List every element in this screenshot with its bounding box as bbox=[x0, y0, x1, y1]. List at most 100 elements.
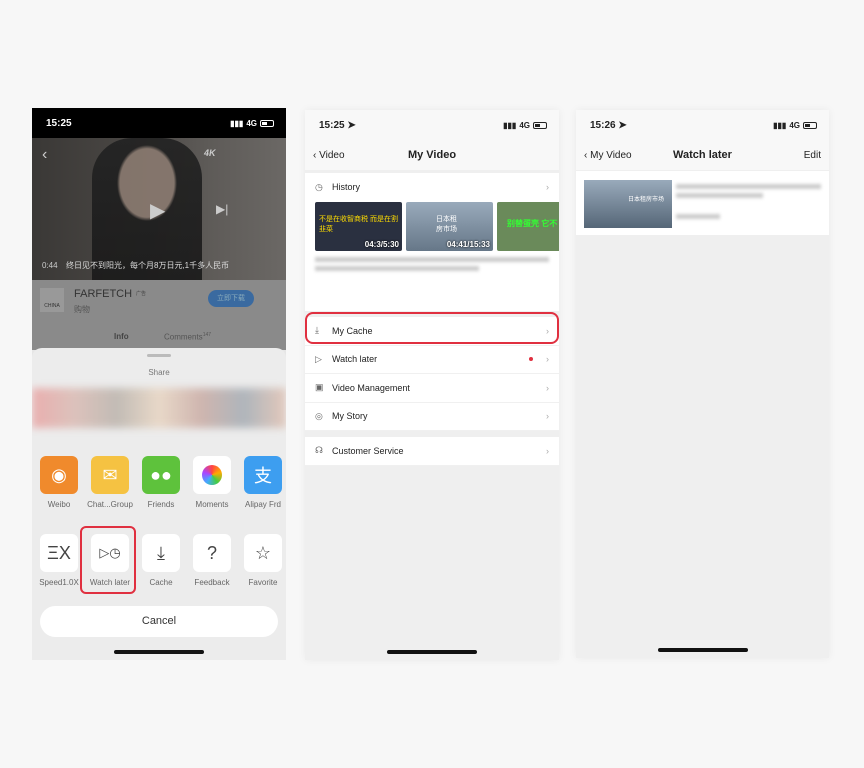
actions-row: ΞX Speed1.0X ▷◷ Watch later ⤓ Cache ? Feedba… bbox=[39, 534, 282, 587]
headset-icon: ☊ bbox=[315, 445, 323, 456]
contacts-row[interactable] bbox=[32, 388, 286, 428]
status-bar: 15:25 ➤ ▮▮▮ 4G bbox=[305, 110, 559, 140]
back-button[interactable]: ‹ My Video bbox=[584, 150, 632, 161]
menu-label: My Story bbox=[332, 411, 368, 422]
alipay-icon: 支 bbox=[244, 456, 282, 494]
download-button[interactable]: 立即下载 bbox=[208, 290, 254, 307]
signal-icon: ▮▮▮ bbox=[773, 120, 787, 130]
signal-icon: ▮▮▮ bbox=[230, 118, 244, 128]
menu-label: Customer Service bbox=[332, 445, 404, 456]
next-icon[interactable]: ▶| bbox=[216, 202, 228, 216]
favorite-button[interactable]: ☆ Favorite bbox=[244, 534, 282, 587]
share-sheet-screen: 15:25 ▮▮▮ 4G ‹ 4K ▶ ▶| 0:44 终日见不到阳光，每个月8万日… bbox=[32, 108, 286, 660]
clock-icon: ◷ bbox=[315, 181, 323, 192]
mail-icon: ✉ bbox=[91, 456, 129, 494]
play-icon[interactable]: ▶ bbox=[150, 198, 165, 223]
speed-button[interactable]: ΞX Speed1.0X bbox=[39, 534, 79, 587]
download-icon: ⤓ bbox=[142, 534, 180, 572]
history-thumb[interactable]: 不是在收智商税 而是在割韭菜 04:3/5:30 bbox=[315, 201, 402, 251]
chevron-right-icon: › bbox=[546, 382, 549, 393]
comments-count: 147 bbox=[202, 332, 212, 338]
action-label: Speed1.0X bbox=[39, 578, 79, 587]
highlight-watch-later bbox=[80, 526, 136, 594]
share-label: Friends bbox=[147, 500, 175, 509]
chevron-right-icon: › bbox=[546, 354, 549, 365]
video-thumb: 日本租房市场 bbox=[584, 180, 672, 228]
back-icon[interactable]: ‹ bbox=[42, 146, 47, 164]
chevron-right-icon: › bbox=[546, 411, 549, 422]
thumb-duration: 04:3/5:30 bbox=[364, 239, 399, 249]
back-button[interactable]: ‹ Video bbox=[313, 150, 345, 161]
page-title: My Video bbox=[407, 149, 457, 161]
tab-info[interactable]: Info bbox=[114, 332, 129, 341]
speed-icon: ΞX bbox=[40, 534, 78, 572]
menu-label: Watch later bbox=[332, 354, 378, 365]
sheet-handle[interactable] bbox=[147, 354, 171, 357]
video-player[interactable]: ‹ 4K ▶ ▶| 0:44 终日见不到阳光，每个月8万日元,1千多人民币 bbox=[32, 138, 286, 280]
cache-button[interactable]: ⤓ Cache bbox=[142, 534, 180, 587]
service-section: ☊ Customer Service › bbox=[305, 437, 559, 466]
watch-later-item[interactable]: 日本租房市场 bbox=[576, 171, 829, 235]
home-indicator bbox=[114, 650, 204, 654]
edit-button[interactable]: Edit bbox=[804, 150, 821, 161]
star-icon: ☆ bbox=[244, 534, 282, 572]
thumb-title: 日本租房市场 bbox=[628, 197, 665, 203]
menu-watch-later[interactable]: ▷ Watch later › bbox=[305, 346, 559, 374]
nav-bar: ‹ Video My Video bbox=[305, 140, 559, 170]
share-label: Weibo bbox=[47, 500, 71, 509]
subtitle: 终日见不到阳光，每个月8万日元,1千多人民币 bbox=[66, 261, 230, 270]
thumb-captions bbox=[305, 251, 559, 277]
nav-bar: ‹ My Video Watch later Edit bbox=[576, 140, 829, 170]
watch-later-icon: ▷ bbox=[315, 353, 322, 364]
cancel-button[interactable]: Cancel bbox=[40, 606, 278, 637]
wechat-icon: ●● bbox=[142, 456, 180, 494]
menu-video-management[interactable]: ▣ Video Management › bbox=[305, 374, 559, 403]
page-title: Watch later bbox=[673, 149, 732, 161]
menu-label: Video Management bbox=[332, 382, 410, 393]
share-label: Chat...Group bbox=[87, 500, 133, 509]
menu-customer-service[interactable]: ☊ Customer Service › bbox=[305, 437, 559, 466]
ad-tag: 广告 bbox=[136, 291, 147, 297]
share-weibo[interactable]: ◉ Weibo bbox=[40, 456, 78, 509]
quality-button[interactable]: 4K bbox=[204, 148, 216, 158]
share-apps-row: ◉ Weibo ✉ Chat...Group ●● Friends Moments 支… bbox=[40, 456, 282, 509]
feedback-button[interactable]: ? Feedback bbox=[193, 534, 231, 587]
home-indicator bbox=[387, 650, 477, 654]
chevron-right-icon: › bbox=[546, 445, 549, 456]
highlight-watch-later bbox=[305, 312, 559, 344]
history-item[interactable]: ◷ History › bbox=[305, 173, 559, 202]
action-label: Favorite bbox=[248, 578, 278, 587]
home-indicator bbox=[657, 648, 748, 652]
video-time: 0:44 bbox=[42, 261, 58, 270]
history-thumb[interactable]: 别替蛋壳 它不 bbox=[497, 201, 559, 251]
thumb-title: 日本租房市场 bbox=[436, 215, 457, 233]
menu-my-story[interactable]: ◎ My Story › bbox=[305, 403, 559, 431]
clock: 15:25 bbox=[46, 117, 72, 129]
ad-name: FARFETCH bbox=[74, 288, 133, 300]
status-bar: 15:25 ▮▮▮ 4G bbox=[32, 108, 286, 138]
clock: 15:26 ➤ bbox=[590, 119, 627, 131]
video-frame bbox=[92, 138, 202, 280]
video-meta bbox=[676, 180, 821, 226]
my-video-screen: 15:25 ➤ ▮▮▮ 4G ‹ Video My Video ◷ History › 不… bbox=[305, 110, 559, 660]
clock: 15:25 ➤ bbox=[319, 119, 356, 131]
share-alipay[interactable]: 支 Alipay Frd bbox=[244, 456, 282, 509]
share-friends[interactable]: ●● Friends bbox=[142, 456, 180, 509]
share-moments[interactable]: Moments bbox=[193, 456, 231, 509]
share-sheet: Share ◉ Weibo ✉ Chat...Group ●● Friends Mom… bbox=[32, 348, 286, 660]
clock-time: 15:26 bbox=[590, 119, 616, 131]
share-chat-group[interactable]: ✉ Chat...Group bbox=[87, 456, 133, 509]
thumb-title: 别替蛋壳 它不 bbox=[507, 218, 558, 228]
thumb-title: 不是在收智商税 而是在割韭菜 bbox=[319, 215, 398, 233]
farfetch-logo: CHINA bbox=[40, 288, 64, 312]
network: 4G bbox=[519, 120, 530, 130]
moments-icon bbox=[193, 456, 231, 494]
battery-icon bbox=[533, 121, 547, 129]
action-label: Feedback bbox=[194, 578, 230, 587]
history-thumb[interactable]: 日本租房市场 04:41/15:33 bbox=[406, 201, 493, 251]
story-icon: ◎ bbox=[315, 410, 323, 421]
tab-comments[interactable]: Comments147 bbox=[164, 332, 211, 342]
clock-time: 15:25 bbox=[319, 119, 345, 131]
network: 4G bbox=[246, 118, 257, 128]
watch-later-screen: 15:26 ➤ ▮▮▮ 4G ‹ My Video Watch later Edit 日… bbox=[576, 110, 829, 658]
